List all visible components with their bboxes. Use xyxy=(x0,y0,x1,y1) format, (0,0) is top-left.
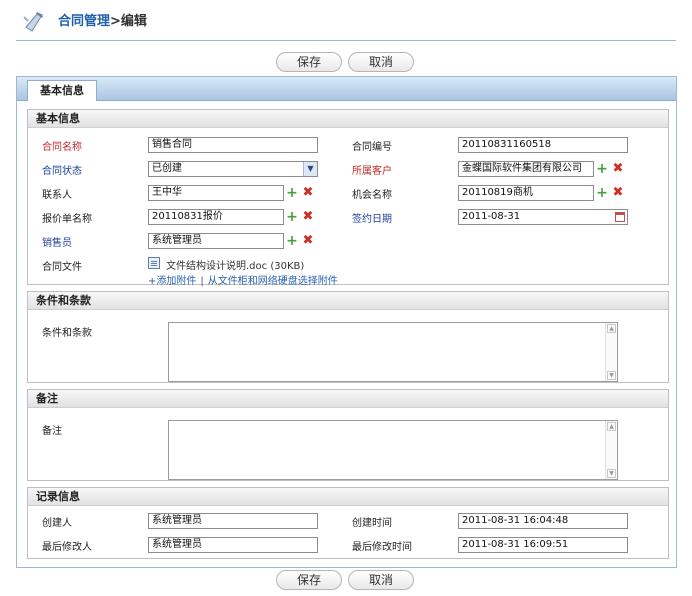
contract-no-input[interactable]: 20110831160518 xyxy=(458,137,628,153)
creator-field: 系统管理员 xyxy=(148,513,318,529)
status-select[interactable]: 已创建 ▼ xyxy=(148,161,318,177)
section-terms: 条件和条款 条件和条款 ▲ ▼ xyxy=(27,291,669,383)
contract-file-link[interactable]: 文件结构设计说明.doc (30KB) xyxy=(166,257,304,272)
sign-date-label: 签约日期 xyxy=(352,214,392,225)
section-title: 基本信息 xyxy=(28,110,668,128)
sign-date-value: 2011-08-31 xyxy=(462,211,521,222)
section-basic-info: 基本信息 合同名称 销售合同 合同编号 20110831160518 合同状态 … xyxy=(27,109,669,287)
terms-textarea[interactable]: ▲ ▼ xyxy=(168,322,618,382)
modified-time-field: 2011-08-31 16:09:51 xyxy=(458,537,628,553)
creator-label: 创建人 xyxy=(42,518,72,529)
scroll-down-icon[interactable]: ▼ xyxy=(607,469,616,478)
add-attachment-link[interactable]: +添加附件 xyxy=(148,276,196,287)
status-select-value: 已创建 xyxy=(152,163,182,174)
delete-icon[interactable]: ✖ xyxy=(302,210,314,223)
remark-label: 备注 xyxy=(42,426,62,437)
created-time-label: 创建时间 xyxy=(352,518,392,529)
chevron-down-icon[interactable]: ▼ xyxy=(303,162,317,176)
top-toolbar: 保存 取消 xyxy=(0,52,692,74)
textarea-scrollbar[interactable]: ▲ ▼ xyxy=(605,421,617,479)
tab-basic-info[interactable]: 基本信息 xyxy=(27,80,97,101)
section-title: 备注 xyxy=(28,390,668,408)
cancel-button[interactable]: 取消 xyxy=(348,52,414,72)
sign-date-input[interactable]: 2011-08-31 xyxy=(458,209,628,225)
delete-icon[interactable]: ✖ xyxy=(612,186,624,199)
status-label: 合同状态 xyxy=(42,166,82,177)
scroll-down-icon[interactable]: ▼ xyxy=(607,371,616,380)
opportunity-input[interactable]: 20110819商机 xyxy=(458,185,594,201)
bottom-toolbar: 保存 取消 xyxy=(0,570,692,592)
plus-icon[interactable]: + xyxy=(286,186,298,200)
select-attachment-link[interactable]: 从文件柜和网络硬盘选择附件 xyxy=(208,276,338,287)
salesman-label: 销售员 xyxy=(42,238,72,249)
plus-icon[interactable]: + xyxy=(596,162,608,176)
scroll-up-icon[interactable]: ▲ xyxy=(607,422,616,431)
delete-icon[interactable]: ✖ xyxy=(302,234,314,247)
tab-strip: 基本信息 xyxy=(17,77,676,101)
breadcrumb-separator: > xyxy=(110,14,121,29)
plus-icon[interactable]: + xyxy=(596,186,608,200)
attachment-actions: +添加附件 | 从文件柜和网络硬盘选择附件 xyxy=(148,272,338,287)
contact-label: 联系人 xyxy=(42,190,72,201)
customer-input[interactable]: 金蝶国际软件集团有限公司 xyxy=(458,161,594,177)
page-title: 合同管理>编辑 xyxy=(58,10,147,29)
section-title: 记录信息 xyxy=(28,488,668,506)
save-button[interactable]: 保存 xyxy=(276,52,342,72)
breadcrumb-current: 编辑 xyxy=(120,14,147,29)
quote-input[interactable]: 20110831报价 xyxy=(148,209,284,225)
page-header: 合同管理>编辑 xyxy=(0,0,692,44)
remark-textarea[interactable]: ▲ ▼ xyxy=(168,420,618,480)
customer-label: 所属客户 xyxy=(352,166,392,177)
breadcrumb-contract-management[interactable]: 合同管理 xyxy=(58,14,110,29)
contract-name-label: 合同名称 xyxy=(42,142,82,153)
header-divider xyxy=(16,40,676,41)
contract-no-label: 合同编号 xyxy=(352,142,392,153)
created-time-field: 2011-08-31 16:04:48 xyxy=(458,513,628,529)
modifier-field: 系统管理员 xyxy=(148,537,318,553)
scroll-up-icon[interactable]: ▲ xyxy=(607,324,616,333)
modifier-label: 最后修改人 xyxy=(42,542,92,553)
contract-file-label: 合同文件 xyxy=(42,262,82,273)
section-record-info: 记录信息 创建人 系统管理员 创建时间 2011-08-31 16:04:48 … xyxy=(27,487,669,559)
attachment-separator: | xyxy=(200,276,204,287)
textarea-scrollbar[interactable]: ▲ ▼ xyxy=(605,323,617,381)
salesman-input[interactable]: 系统管理员 xyxy=(148,233,284,249)
section-title: 条件和条款 xyxy=(28,292,668,310)
section-remarks: 备注 备注 ▲ ▼ xyxy=(27,389,669,481)
delete-icon[interactable]: ✖ xyxy=(302,186,314,199)
plus-icon[interactable]: + xyxy=(286,234,298,248)
cancel-button[interactable]: 取消 xyxy=(348,570,414,590)
form-frame: 基本信息 基本信息 合同名称 销售合同 合同编号 20110831160518 … xyxy=(16,76,677,568)
save-button[interactable]: 保存 xyxy=(276,570,342,590)
contact-input[interactable]: 王中华 xyxy=(148,185,284,201)
opportunity-label: 机会名称 xyxy=(352,190,392,201)
delete-icon[interactable]: ✖ xyxy=(612,162,624,175)
calendar-icon[interactable] xyxy=(615,212,625,222)
quote-label: 报价单名称 xyxy=(42,214,92,225)
modified-time-label: 最后修改时间 xyxy=(352,542,412,553)
pen-paper-icon xyxy=(23,12,43,32)
plus-icon[interactable]: + xyxy=(286,210,298,224)
document-icon xyxy=(148,257,160,269)
contract-name-input[interactable]: 销售合同 xyxy=(148,137,318,153)
terms-label: 条件和条款 xyxy=(42,328,92,339)
